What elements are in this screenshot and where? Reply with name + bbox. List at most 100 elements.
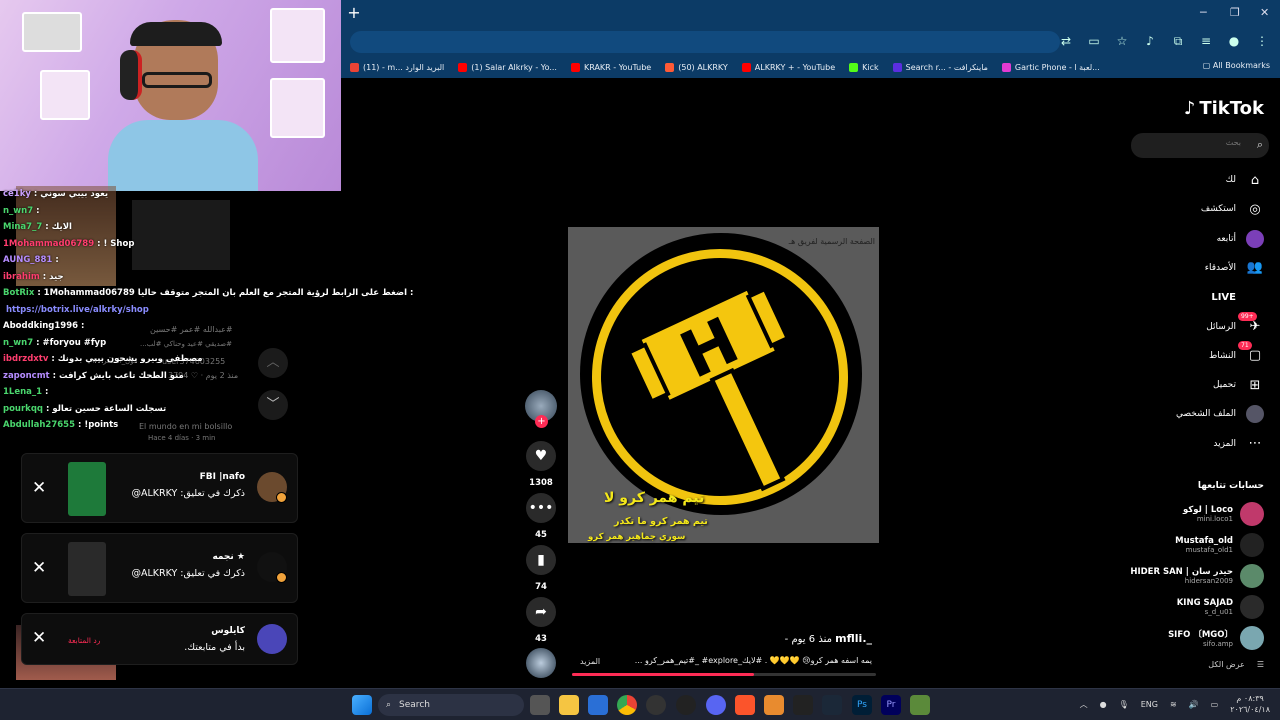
nav-item[interactable]: لك ⌂: [1226, 170, 1264, 190]
following-account[interactable]: KING SAJAD s_d_u01: [1177, 593, 1264, 621]
queue-icon[interactable]: ≡: [1198, 34, 1214, 49]
avatar[interactable]: [1240, 626, 1264, 650]
maximize-icon[interactable]: ❐: [1230, 6, 1240, 19]
obs-icon[interactable]: [646, 695, 666, 715]
battery-icon[interactable]: ▭: [1211, 700, 1219, 709]
file-explorer-icon[interactable]: [559, 695, 579, 715]
heart-icon[interactable]: ♥: [526, 441, 556, 471]
minecraft-icon[interactable]: [910, 695, 930, 715]
share-icon[interactable]: ➦: [526, 597, 556, 627]
tray-app-icon[interactable]: ●: [1100, 700, 1107, 709]
nav-item[interactable]: المزيد ⋯: [1213, 434, 1264, 454]
chevron-up-icon[interactable]: ︿: [1080, 699, 1088, 710]
chat-username[interactable]: zaponcmt: [3, 371, 50, 381]
search-box[interactable]: ⌕: [1131, 133, 1269, 158]
cast-icon[interactable]: ▭: [1086, 34, 1102, 49]
windows-start-icon[interactable]: [352, 695, 372, 715]
chrome-icon[interactable]: [617, 695, 637, 715]
volume-icon[interactable]: 🔊: [1189, 700, 1199, 709]
notification-user[interactable]: نجمه ★: [212, 552, 245, 562]
chat-username[interactable]: Aboddking1996: [3, 321, 78, 331]
premiere-icon[interactable]: Pr: [881, 695, 901, 715]
avatar[interactable]: [1240, 564, 1264, 588]
like-button[interactable]: ♥ 1308: [526, 441, 556, 488]
close-window-icon[interactable]: ✕: [1260, 6, 1269, 19]
chat-username[interactable]: n_wn7: [3, 338, 33, 348]
nav-item[interactable]: الملف الشخصي ●: [1176, 404, 1264, 424]
notification-thumbnail[interactable]: [68, 462, 106, 516]
settings-icon[interactable]: [676, 695, 696, 715]
close-icon[interactable]: ✕: [32, 558, 46, 578]
minimize-icon[interactable]: ─: [1200, 6, 1207, 19]
discord-icon[interactable]: [706, 695, 726, 715]
folder-icon[interactable]: [764, 695, 784, 715]
bookmark-item[interactable]: Search r... - ماينكرافت: [892, 62, 988, 72]
chat-username[interactable]: 1Lena_1: [3, 387, 42, 397]
avatar[interactable]: [1240, 595, 1264, 619]
notification-card[interactable]: ✕ نجمه ★ ذكرك في تعليق: ALKRKY@: [21, 533, 298, 603]
chat-text[interactable]: https://botrix.live/alkrky/shop: [6, 305, 149, 315]
chat-username[interactable]: Mina7_7: [3, 222, 42, 232]
chat-username[interactable]: n_wn7: [3, 206, 33, 216]
bookmark-icon[interactable]: ▮: [526, 545, 556, 575]
bookmark-item[interactable]: (1) Salar Alkrky - Yo...: [458, 62, 557, 72]
all-bookmarks[interactable]: ▢ All Bookmarks: [1203, 61, 1270, 70]
language-indicator[interactable]: ENG: [1141, 700, 1158, 709]
bookmark-star-icon[interactable]: ☆: [1114, 34, 1130, 49]
profile-icon[interactable]: ●: [1226, 34, 1242, 49]
notification-user[interactable]: كايلوس: [211, 626, 245, 636]
video-author[interactable]: - منذ 6 يوم mflli._: [785, 632, 872, 645]
nav-item[interactable]: أتابعه ●: [1217, 229, 1264, 249]
extensions-icon[interactable]: ⧉: [1170, 34, 1186, 49]
chat-username[interactable]: Abdullah27655: [3, 420, 75, 430]
bookmark-item[interactable]: KRAKR - YouTube: [570, 62, 651, 72]
notification-card[interactable]: ✕ FBI |nafo ذكرك في تعليق: ALKRKY@: [21, 453, 298, 523]
following-account[interactable]: لوكو | Loco mini.loco1: [1183, 500, 1264, 528]
avatar[interactable]: [1240, 502, 1264, 526]
bookmark-item[interactable]: Gartic Phone - لعبة ا...: [1001, 62, 1100, 72]
search-icon[interactable]: ⌕: [1257, 138, 1263, 152]
chat-username[interactable]: pourkqq: [3, 404, 43, 414]
translate-icon[interactable]: ⇄: [1058, 34, 1074, 49]
search-input[interactable]: [1141, 138, 1241, 147]
comment-icon[interactable]: •••: [526, 493, 556, 523]
clock[interactable]: ٠٨:٣٩ م ٢٠٢٦/٠٤/١٨: [1230, 693, 1270, 715]
video-author-name[interactable]: mflli._: [835, 632, 872, 645]
video-player[interactable]: الصفحة الرسمية لفريق هـ H تيم همر كرو لا…: [568, 227, 879, 543]
bookmark-item[interactable]: Kick: [849, 62, 879, 72]
save-button[interactable]: ▮ 74: [526, 545, 556, 592]
store-icon[interactable]: [588, 695, 608, 715]
menu-icon[interactable]: ⋮: [1254, 34, 1270, 49]
chat-username[interactable]: BotRix: [3, 288, 34, 298]
omnibox[interactable]: [350, 31, 1060, 53]
chat-username[interactable]: AUNG_881: [3, 255, 52, 265]
nav-item[interactable]: استكشف ◎: [1201, 199, 1264, 219]
bookmark-item[interactable]: (50) ALKRKY: [665, 62, 728, 72]
see-all-link[interactable]: عرض الكل ☰: [1208, 660, 1264, 669]
avatar[interactable]: [1240, 533, 1264, 557]
chat-username[interactable]: ibdrzdxtv: [3, 354, 48, 364]
follow-back-button[interactable]: رد المتابعة: [68, 636, 100, 645]
close-icon[interactable]: ✕: [32, 628, 46, 648]
close-icon[interactable]: ✕: [32, 478, 46, 498]
following-account[interactable]: SIFO 〔MGO〕 sifo.amp: [1168, 624, 1264, 652]
following-account[interactable]: Mustafa_old mustafa_old1: [1175, 531, 1264, 559]
nav-item[interactable]: الرسائل ✈ 99+: [1206, 311, 1264, 337]
video-progress-bar[interactable]: [572, 673, 876, 676]
notification-card[interactable]: ✕ رد المتابعة كايلوس بدأ في متابعتك.: [21, 613, 298, 665]
task-view-icon[interactable]: [530, 695, 550, 715]
chat-username[interactable]: ce1ky: [3, 189, 31, 199]
notification-thumbnail[interactable]: [68, 542, 106, 596]
share-button[interactable]: ➦ 43: [526, 597, 556, 644]
nav-item[interactable]: النشاط ▢ 71: [1209, 340, 1264, 366]
follow-plus-icon[interactable]: +: [535, 415, 548, 428]
photoshop-icon[interactable]: Ps: [852, 695, 872, 715]
new-tab-button[interactable]: +: [346, 5, 362, 21]
nav-item[interactable]: تحميل ⊞: [1213, 375, 1264, 395]
wifi-icon[interactable]: ≋: [1170, 700, 1177, 709]
following-account[interactable]: HIDER SAN | حيدر سان hidersan2009: [1130, 562, 1264, 590]
nav-item[interactable]: LIVE: [1211, 287, 1264, 307]
bookmark-item[interactable]: ALKRKY + - YouTube: [741, 62, 835, 72]
bookmark-item[interactable]: (11) - m... البريد الوارد: [350, 62, 444, 72]
microphone-icon[interactable]: 🎙: [1119, 700, 1129, 709]
